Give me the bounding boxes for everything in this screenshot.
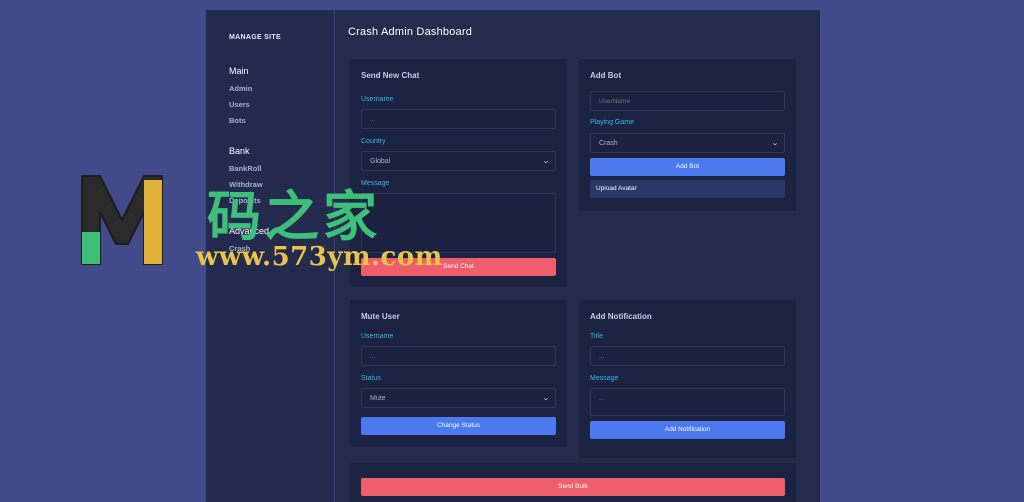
watermark-text: 码之家 <box>207 184 381 248</box>
mute-username-label: Username <box>361 333 394 340</box>
add-notification-button[interactable]: Add Notification <box>590 421 785 439</box>
sidebar-group-main: Main <box>229 66 249 76</box>
send-bulk-button[interactable]: Send Bulk <box>361 478 785 496</box>
mute-user-title: Mute User <box>361 312 400 321</box>
country-select[interactable]: Global ⌄ <box>361 151 556 171</box>
watermark-logo <box>81 175 163 265</box>
mute-user-card: Mute User Username Status Mute ⌄ Change … <box>350 300 567 447</box>
add-bot-title: Add Bot <box>590 71 622 80</box>
status-label: Status <box>361 375 381 382</box>
send-chat-username-input[interactable] <box>361 109 556 129</box>
sidebar-item-bots[interactable]: Bots <box>229 116 246 125</box>
notification-title-label: Title <box>590 333 603 340</box>
chevron-down-icon: ⌄ <box>541 158 551 165</box>
sidebar-brand: MANAGE SITE <box>229 34 281 41</box>
send-chat-username-label: Username <box>361 96 394 103</box>
playing-game-value: Crash <box>599 140 618 147</box>
add-bot-card: Add Bot Playing Game Crash ⌄ Add Bot Upl… <box>579 59 796 211</box>
notification-message-input[interactable] <box>590 388 785 416</box>
chevron-down-icon: ⌄ <box>541 395 551 402</box>
status-select-value: Mute <box>370 395 386 402</box>
country-select-value: Global <box>370 158 391 165</box>
sidebar-item-users[interactable]: Users <box>229 100 250 109</box>
mute-username-input[interactable] <box>361 346 556 366</box>
chevron-down-icon: ⌄ <box>770 140 780 147</box>
notification-title-input[interactable] <box>590 346 785 366</box>
add-notification-title: Add Notification <box>590 312 652 321</box>
bot-username-input[interactable] <box>590 91 785 111</box>
playing-game-select[interactable]: Crash ⌄ <box>590 133 785 153</box>
sidebar-group-bank: Bank <box>229 146 250 156</box>
playing-game-label: Playing Game <box>590 119 634 126</box>
change-status-button[interactable]: Change Status <box>361 417 556 435</box>
upload-avatar-button[interactable]: Upload Avatar <box>590 180 785 198</box>
watermark-url: www.573ym.com <box>196 242 443 272</box>
add-bot-button[interactable]: Add Bot <box>590 158 785 176</box>
add-notification-card: Add Notification Title Message Add Notif… <box>579 300 796 458</box>
status-select[interactable]: Mute ⌄ <box>361 388 556 408</box>
send-chat-title: Send New Chat <box>361 71 420 80</box>
page-title: Crash Admin Dashboard <box>348 26 473 38</box>
send-chat-country-label: Country <box>361 138 386 145</box>
sidebar-item-admin[interactable]: Admin <box>229 84 252 93</box>
bulk-card: Send Bulk <box>350 463 796 502</box>
notification-message-label: Message <box>590 375 619 382</box>
